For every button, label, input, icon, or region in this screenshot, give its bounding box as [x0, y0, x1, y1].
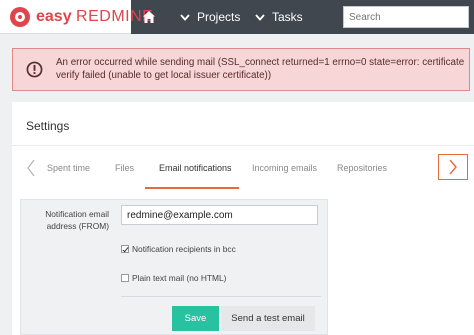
top-navigation-bar: easy REDMINE Projects Tasks	[0, 0, 474, 34]
chevron-down-icon	[255, 13, 265, 21]
error-flash: An error occurred while sending mail (SS…	[12, 48, 470, 91]
search-input[interactable]	[343, 6, 469, 28]
settings-tabs: Spent time Files Email notifications Inc…	[12, 145, 474, 190]
tab-email-notifications[interactable]: Email notifications	[159, 163, 232, 173]
from-address-field[interactable]	[121, 205, 318, 225]
save-button[interactable]: Save	[172, 306, 219, 331]
nav-projects-label: Projects	[197, 10, 241, 24]
tab-files[interactable]: Files	[115, 163, 134, 173]
bcc-checkbox[interactable]	[121, 245, 129, 253]
nav-projects[interactable]: Projects	[180, 0, 240, 34]
chevron-right-icon	[449, 159, 457, 175]
chevron-left-icon[interactable]	[25, 158, 37, 178]
error-icon	[26, 61, 43, 78]
tab-incoming-emails[interactable]: Incoming emails	[252, 163, 317, 173]
nav-tasks-label: Tasks	[272, 10, 303, 24]
nav-tasks[interactable]: Tasks	[255, 0, 303, 34]
logo[interactable]: easy REDMINE	[0, 0, 153, 34]
from-address-label: Notification email address (FROM)	[45, 209, 109, 231]
chevron-down-icon	[180, 13, 190, 21]
settings-panel: Settings Spent time Files Email notifica…	[12, 102, 474, 335]
page-title: Settings	[26, 119, 70, 133]
error-message: An error occurred while sending mail (SS…	[56, 57, 465, 81]
tabs-next-button[interactable]	[438, 154, 468, 180]
divider	[121, 296, 321, 297]
tab-spent-time[interactable]: Spent time	[47, 163, 90, 173]
plain-text-label: Plain text mail (no HTML)	[132, 273, 227, 283]
plain-text-checkbox[interactable]	[121, 274, 129, 282]
tab-repositories[interactable]: Repositories	[337, 163, 387, 173]
send-test-email-button[interactable]: Send a test email	[221, 306, 315, 331]
logo-mark-icon	[10, 7, 30, 27]
active-tab-indicator	[145, 187, 239, 189]
bcc-label: Notification recipients in bcc	[132, 244, 236, 254]
logo-text: easy REDMINE	[36, 8, 153, 26]
logo-text-easy: easy	[36, 8, 72, 25]
plain-text-option[interactable]: Plain text mail (no HTML)	[121, 273, 226, 283]
bcc-option[interactable]: Notification recipients in bcc	[121, 244, 236, 254]
home-icon[interactable]	[140, 8, 158, 26]
